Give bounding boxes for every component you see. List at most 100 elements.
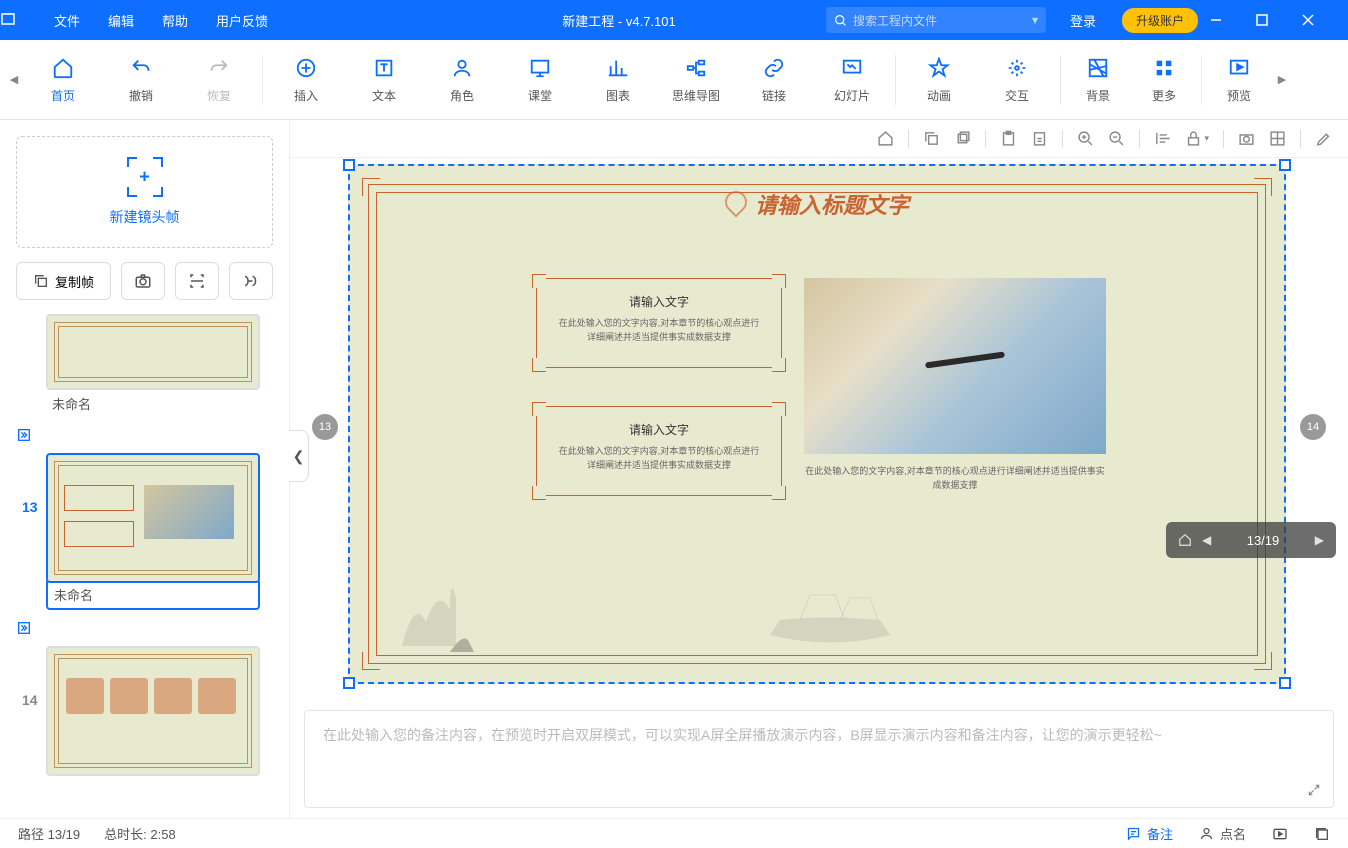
close-button[interactable] [1302, 14, 1348, 26]
search-input[interactable]: 搜索工程内文件 ▾ [826, 7, 1046, 33]
status-notes-button[interactable]: 备注 [1126, 824, 1173, 843]
tb-link[interactable]: 链接 [735, 49, 813, 110]
tb-mindmap[interactable]: 思维导图 [657, 49, 735, 110]
minimize-button[interactable] [1210, 14, 1256, 26]
undo-icon [128, 55, 154, 81]
tb-home[interactable]: 首页 [24, 49, 102, 110]
slide-image-caption[interactable]: 在此处输入您的文字内容,对本章节的核心观点进行详细阐述并适当提供事实成数据支撑 [804, 464, 1106, 493]
login-button[interactable]: 登录 [1056, 11, 1110, 30]
scan-button[interactable] [175, 262, 219, 300]
background-icon [1085, 55, 1111, 81]
thumbnail-14-image[interactable] [46, 646, 260, 776]
tb-background[interactable]: 背景 [1065, 49, 1131, 110]
tb-chart[interactable]: 图表 [579, 49, 657, 110]
app-logo-icon [0, 12, 40, 28]
tb-bg-label: 背景 [1086, 87, 1110, 104]
menu-edit[interactable]: 编辑 [94, 11, 148, 30]
path-button[interactable] [229, 262, 273, 300]
thumbnail-13[interactable]: 13 未命名 [16, 453, 273, 610]
ct-copy2-icon[interactable] [954, 130, 971, 147]
thumbnail-14[interactable]: 14 [16, 646, 273, 776]
upgrade-button[interactable]: 升级账户 [1122, 8, 1198, 33]
toolbar-scroll-right[interactable]: ▶ [1272, 45, 1292, 115]
thumbnail-sidebar[interactable]: + 新建镜头帧 复制帧 未命名 13 未命 [0, 120, 290, 818]
tb-slide[interactable]: 幻灯片 [813, 49, 891, 110]
tb-undo[interactable]: 撤销 [102, 49, 180, 110]
status-layers-button[interactable] [1314, 826, 1330, 842]
selection-handle[interactable] [1279, 677, 1291, 689]
slide-canvas[interactable]: 请输入标题文字 请输入文字 在此处输入您的文字内容,对本章节的核心观点进行详细阐… [348, 164, 1286, 684]
mp-next-icon[interactable]: ▶ [1315, 533, 1324, 547]
status-roll-button[interactable]: 点名 [1199, 824, 1246, 843]
text-box-2-title: 请输入文字 [557, 421, 761, 438]
camera-icon [134, 272, 152, 290]
notes-expand-icon[interactable] [1307, 783, 1321, 797]
mp-home-icon[interactable] [1178, 533, 1192, 547]
main-toolbar: ◀ 首页 撤销 恢复 插入 文本 角色 课堂 图表 思维导图 链接 幻灯片 动画… [0, 40, 1348, 120]
tb-text[interactable]: 文本 [345, 49, 423, 110]
ct-paste-icon[interactable] [1000, 130, 1017, 147]
tb-slide-label: 幻灯片 [834, 87, 870, 104]
tb-class-label: 课堂 [528, 87, 552, 104]
notes-panel[interactable]: 在此处输入您的备注内容，在预览时开启双屏模式，可以实现A屏全屏播放演示内容，B屏… [304, 710, 1334, 808]
thumbnail-13-image[interactable] [46, 453, 260, 583]
nav-prev-badge[interactable]: 13 [312, 414, 338, 440]
ct-paste2-icon[interactable] [1031, 130, 1048, 147]
tb-interact[interactable]: 交互 [978, 49, 1056, 110]
search-placeholder: 搜索工程内文件 [853, 12, 937, 29]
layers-icon [1314, 826, 1330, 842]
tb-role[interactable]: 角色 [423, 49, 501, 110]
toolbar-scroll-left[interactable]: ◀ [4, 45, 24, 115]
slide-title[interactable]: 请输入标题文字 [350, 188, 1284, 220]
text-box-2[interactable]: 请输入文字 在此处输入您的文字内容,对本章节的核心观点进行详细阐述并适当提供事实… [536, 406, 782, 496]
canvas-area[interactable]: 请输入标题文字 请输入文字 在此处输入您的文字内容,对本章节的核心观点进行详细阐… [290, 158, 1348, 700]
search-dropdown-icon[interactable]: ▾ [1032, 13, 1038, 27]
menu-file[interactable]: 文件 [40, 11, 94, 30]
status-play-button[interactable] [1272, 826, 1288, 842]
ct-camera-icon[interactable] [1238, 130, 1255, 147]
mini-preview-bar: ◀ 13/19 ▶ [1166, 522, 1336, 558]
ct-zoom-in-icon[interactable] [1077, 130, 1094, 147]
selection-handle[interactable] [343, 677, 355, 689]
ct-align-icon[interactable] [1154, 130, 1171, 147]
menu-help[interactable]: 帮助 [148, 11, 202, 30]
maximize-button[interactable] [1256, 14, 1302, 26]
mp-prev-icon[interactable]: ◀ [1202, 533, 1211, 547]
toolbar-separator [262, 55, 263, 105]
tb-animation[interactable]: 动画 [900, 49, 978, 110]
tb-class[interactable]: 课堂 [501, 49, 579, 110]
ct-grid-icon[interactable] [1269, 130, 1286, 147]
ct-lock-icon[interactable]: ▾ [1185, 130, 1209, 147]
ct-zoom-out-icon[interactable] [1108, 130, 1125, 147]
camera-button[interactable] [121, 262, 165, 300]
ct-edit-icon[interactable] [1315, 130, 1332, 147]
transition-icon[interactable] [16, 616, 273, 646]
slide-image[interactable] [804, 278, 1106, 454]
transition-icon[interactable] [16, 423, 273, 453]
thumbnail-13-label[interactable]: 未命名 [46, 581, 260, 610]
workspace: + 新建镜头帧 复制帧 未命名 13 未命 [0, 120, 1348, 818]
tb-more[interactable]: 更多 [1131, 49, 1197, 110]
copy-icon [33, 273, 49, 289]
play-small-icon [1272, 826, 1288, 842]
thumbnail-prev-image[interactable] [46, 314, 260, 390]
collapse-sidebar-button[interactable]: ❮ [289, 430, 309, 482]
new-frame-label: 新建镜头帧 [37, 207, 252, 227]
text-box-1[interactable]: 请输入文字 在此处输入您的文字内容,对本章节的核心观点进行详细阐述并适当提供事实… [536, 278, 782, 368]
chart-icon [605, 55, 631, 81]
selection-handle[interactable] [343, 159, 355, 171]
tb-mindmap-label: 思维导图 [672, 87, 720, 104]
tb-preview[interactable]: 预览 [1206, 49, 1272, 110]
editor-main: ▾ 请输入标题文字 请输入文字 在此处输入您的文字内容,对本章节的 [290, 120, 1348, 818]
menu-feedback[interactable]: 用户反馈 [202, 11, 282, 30]
copy-frame-button[interactable]: 复制帧 [16, 262, 111, 300]
selection-handle[interactable] [1279, 159, 1291, 171]
home-icon [50, 55, 76, 81]
nav-next-badge[interactable]: 14 [1300, 414, 1326, 440]
ct-copy-icon[interactable] [923, 130, 940, 147]
ct-home-icon[interactable] [877, 130, 894, 147]
thumbnail-prev[interactable]: 未命名 [16, 314, 273, 417]
slide-icon [839, 55, 865, 81]
tb-insert[interactable]: 插入 [267, 49, 345, 110]
new-frame-button[interactable]: + 新建镜头帧 [16, 136, 273, 248]
